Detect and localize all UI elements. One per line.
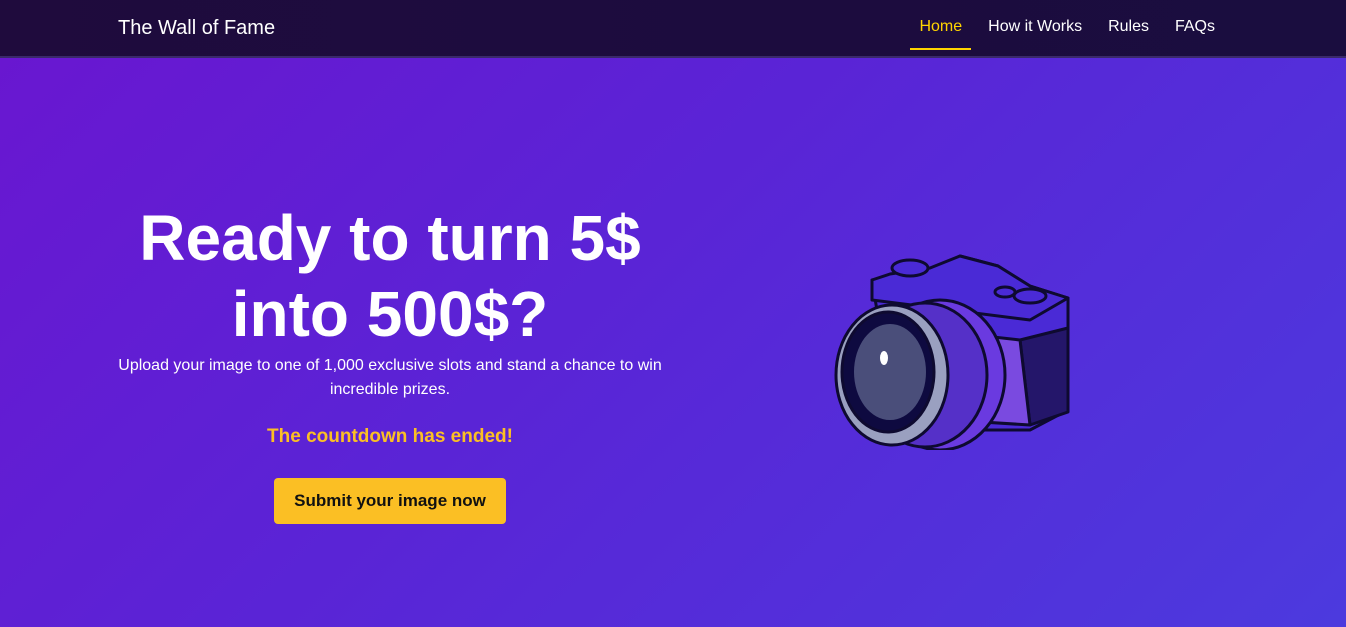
camera-illustration — [834, 254, 1070, 450]
countdown-status: The countdown has ended! — [267, 426, 513, 447]
hero-subtitle: Upload your image to one of 1,000 exclus… — [118, 357, 662, 398]
nav-how-it-works[interactable]: How it Works — [975, 0, 1095, 50]
nav-faqs[interactable]: FAQs — [1162, 0, 1228, 50]
hero-title: Ready to turn 5$ into 500$? — [139, 202, 641, 350]
nav-rules[interactable]: Rules — [1095, 0, 1162, 50]
nav-links: Home How it Works Rules FAQs — [910, 0, 1228, 58]
nav-home[interactable]: Home — [910, 0, 972, 50]
hero-section: Ready to turn 5$ into 500$? Upload your … — [110, 200, 670, 524]
navbar: The Wall of Fame Home How it Works Rules… — [0, 0, 1346, 58]
submit-image-button[interactable]: Submit your image now — [274, 478, 506, 524]
brand-logo[interactable]: The Wall of Fame — [118, 17, 275, 40]
